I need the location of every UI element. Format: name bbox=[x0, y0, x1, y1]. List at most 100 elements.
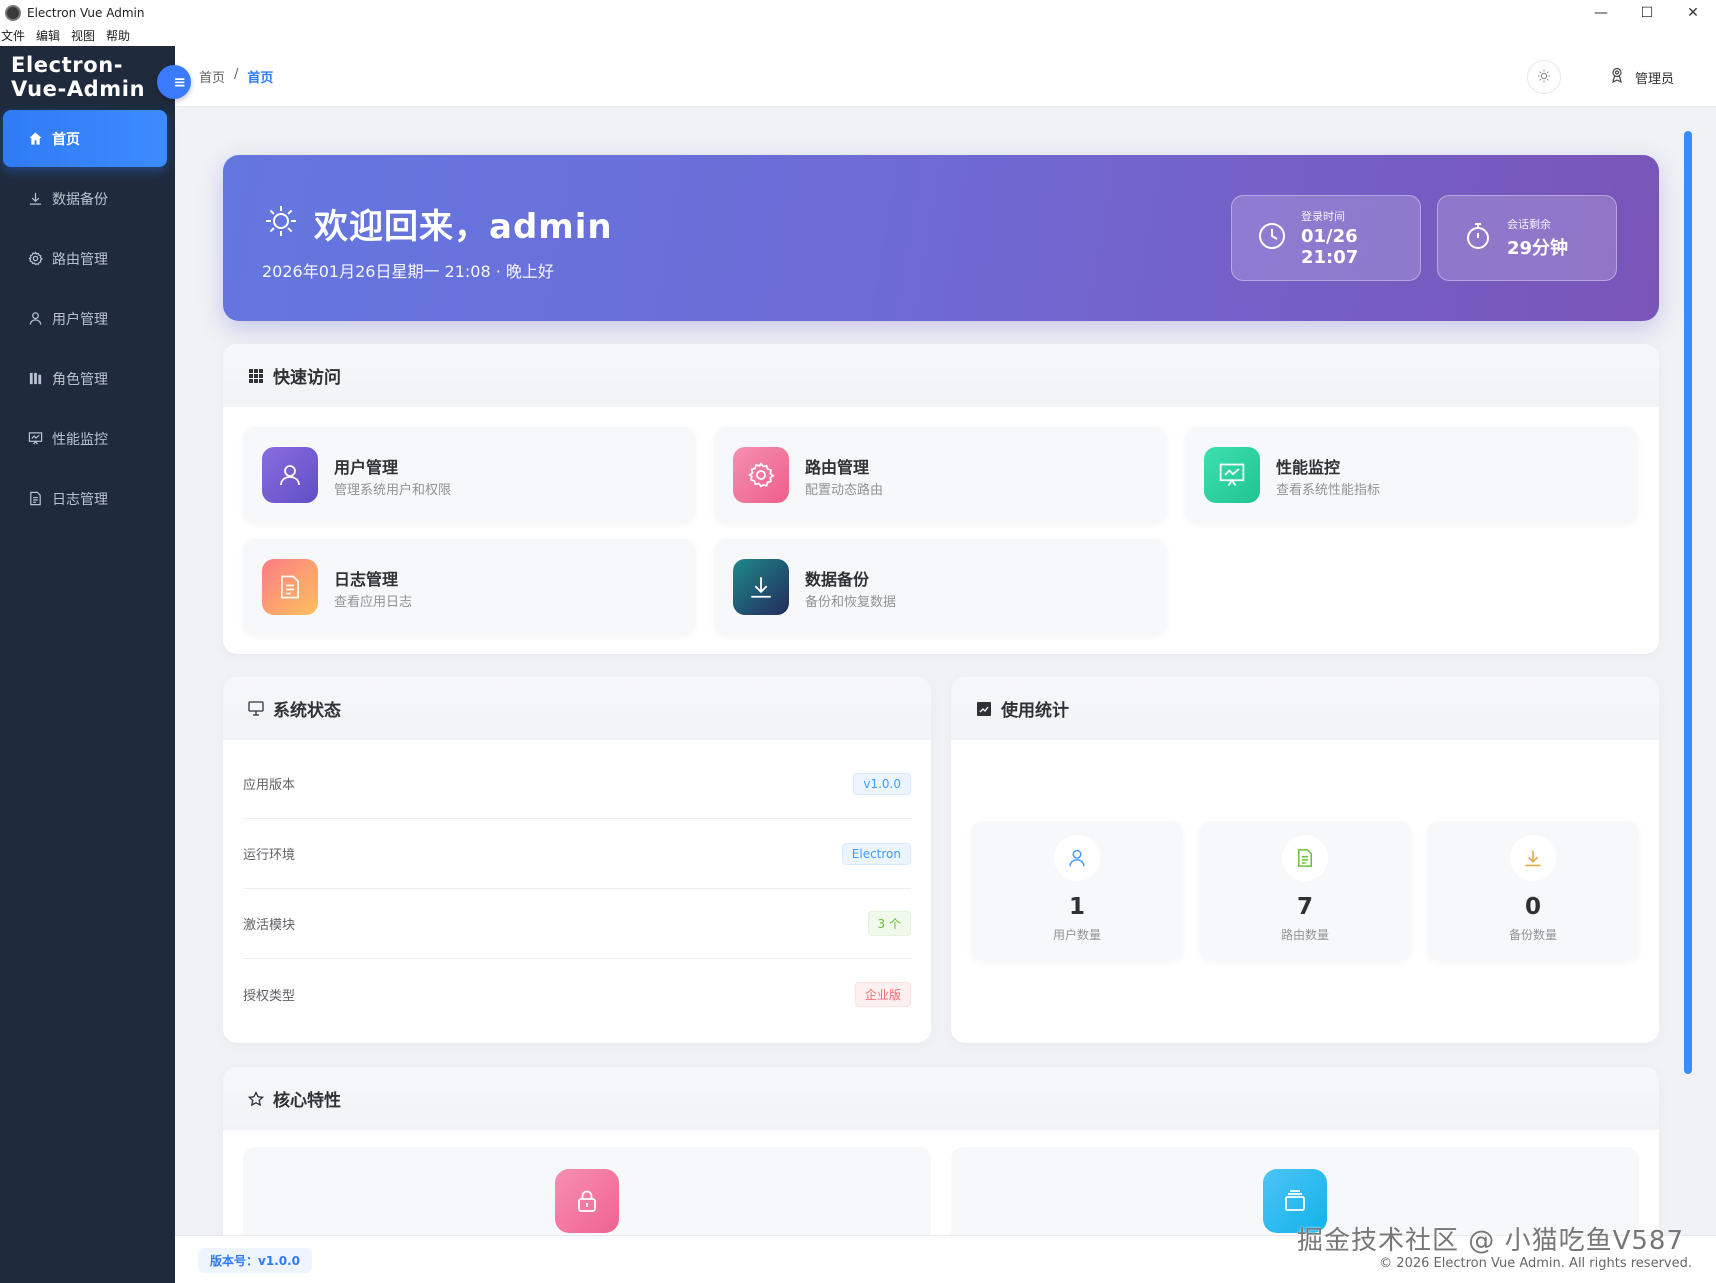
quick-access-logs[interactable]: 日志管理 查看应用日志 bbox=[243, 539, 696, 635]
quick-access-title: 性能监控 bbox=[1276, 458, 1341, 477]
quick-access-title: 用户管理 bbox=[334, 458, 399, 477]
breadcrumb-separator: / bbox=[234, 66, 239, 82]
theme-toggle-button[interactable] bbox=[1527, 60, 1561, 94]
quick-access-desc: 查看应用日志 bbox=[334, 595, 413, 610]
main-scrollbar[interactable] bbox=[1684, 131, 1692, 1074]
sidebar-nav: 首页 数据备份 路由管理 用户管理 角色管理 性能监控 日志管理 bbox=[0, 106, 175, 527]
maximize-button[interactable]: ☐ bbox=[1624, 0, 1670, 25]
login-time-card: 登录时间 01/26 21:07 bbox=[1231, 195, 1421, 281]
status-badge: 3 个 bbox=[867, 911, 911, 936]
version-badge: 版本号：v1.0.0 bbox=[198, 1248, 312, 1273]
monitor-chart-icon bbox=[1204, 447, 1260, 503]
user-name: 管理员 bbox=[1635, 71, 1675, 87]
quick-access-backup[interactable]: 数据备份 备份和恢复数据 bbox=[714, 539, 1167, 635]
window-controls: — ☐ ✕ bbox=[1578, 0, 1716, 25]
sidebar-item-performance[interactable]: 性能监控 bbox=[3, 410, 167, 467]
document-icon bbox=[262, 559, 318, 615]
menu-view[interactable]: 视图 bbox=[69, 27, 104, 44]
stat-users: 1 用户数量 bbox=[971, 821, 1183, 961]
app-icon bbox=[5, 4, 21, 21]
grid-icon bbox=[248, 368, 264, 384]
sidebar-collapse-button[interactable]: ≡ bbox=[157, 65, 191, 99]
stat-value: 7 bbox=[1296, 894, 1313, 920]
system-status-card: 系统状态 应用版本 v1.0.0 运行环境 Electron 激活模块 3 个 … bbox=[223, 677, 931, 1043]
login-time-value: 01/26 21:07 bbox=[1301, 226, 1359, 268]
quick-access-desc: 查看系统性能指标 bbox=[1276, 483, 1381, 498]
monitor-chart-icon bbox=[27, 431, 43, 447]
clock-icon bbox=[1257, 221, 1287, 255]
sidebar-item-roles[interactable]: 角色管理 bbox=[3, 350, 167, 407]
timer-icon bbox=[1463, 221, 1493, 255]
status-label: 激活模块 bbox=[243, 918, 296, 933]
user-icon bbox=[262, 447, 318, 503]
sidebar-item-label: 数据备份 bbox=[52, 191, 108, 208]
quick-access-users[interactable]: 用户管理 管理系统用户和权限 bbox=[243, 427, 696, 523]
user-icon bbox=[27, 311, 43, 327]
quick-access-routes[interactable]: 路由管理 配置动态路由 bbox=[714, 427, 1167, 523]
status-row-modules: 激活模块 3 个 bbox=[243, 889, 911, 959]
core-features-header: 核心特性 bbox=[223, 1067, 1659, 1130]
lock-icon bbox=[555, 1169, 619, 1233]
breadcrumb-home[interactable]: 首页 bbox=[199, 67, 225, 86]
copyright-text: © 2026 Electron Vue Admin. All rights re… bbox=[1379, 1256, 1692, 1271]
usage-stats-card: 使用统计 1 用户数量 7 路由数量 0 备份数量 bbox=[951, 677, 1659, 1043]
window-title: Electron Vue Admin bbox=[27, 5, 145, 20]
close-button[interactable]: ✕ bbox=[1670, 0, 1716, 25]
footer: 版本号：v1.0.0 掘金技术社区 @ 小猫吃鱼V587 © 2026 Elec… bbox=[175, 1226, 1716, 1283]
sidebar-item-backup[interactable]: 数据备份 bbox=[3, 170, 167, 227]
brand-logo-text: Electron-Vue-Admin ≡ bbox=[0, 46, 191, 106]
quick-access-title: 快速访问 bbox=[273, 368, 341, 388]
minimize-button[interactable]: — bbox=[1578, 0, 1624, 25]
system-status-header: 系统状态 bbox=[223, 677, 931, 740]
stat-value: 0 bbox=[1524, 894, 1541, 920]
quick-access-title: 数据备份 bbox=[805, 570, 870, 589]
feature-card-security bbox=[243, 1147, 931, 1235]
quick-access-desc: 配置动态路由 bbox=[805, 483, 884, 498]
sidebar-item-label: 角色管理 bbox=[52, 371, 108, 388]
core-features-title: 核心特性 bbox=[273, 1091, 341, 1111]
sidebar-item-home[interactable]: 首页 bbox=[3, 110, 167, 167]
status-label: 应用版本 bbox=[243, 778, 296, 793]
welcome-banner: 欢迎回来，admin 2026年01月26日星期一 21:08 · 晚上好 登录… bbox=[223, 155, 1659, 321]
role-icon bbox=[27, 371, 43, 387]
menu-file[interactable]: 文件 bbox=[0, 27, 34, 44]
home-icon bbox=[27, 131, 43, 147]
sidebar-item-label: 用户管理 bbox=[52, 311, 108, 328]
sun-icon bbox=[263, 203, 299, 239]
menu-help[interactable]: 帮助 bbox=[104, 27, 139, 44]
download-icon bbox=[1510, 835, 1556, 881]
status-badge: v1.0.0 bbox=[853, 772, 911, 795]
breadcrumb-current: 首页 bbox=[247, 70, 274, 86]
sidebar-item-routes[interactable]: 路由管理 bbox=[3, 230, 167, 287]
stat-backups: 0 备份数量 bbox=[1427, 821, 1639, 961]
watermark: 掘金技术社区 @ 小猫吃鱼V587 bbox=[1297, 1226, 1684, 1256]
stat-label: 备份数量 bbox=[1508, 928, 1557, 942]
avatar bbox=[1608, 66, 1626, 88]
usage-stats-title: 使用统计 bbox=[1001, 701, 1069, 721]
menu-edit[interactable]: 编辑 bbox=[34, 27, 69, 44]
gear-icon bbox=[733, 447, 789, 503]
user-menu[interactable]: 管理员 bbox=[1608, 66, 1674, 88]
download-icon bbox=[27, 191, 43, 207]
sidebar-item-label: 日志管理 bbox=[52, 491, 108, 508]
sidebar-item-users[interactable]: 用户管理 bbox=[3, 290, 167, 347]
star-icon bbox=[248, 1090, 264, 1107]
breadcrumb: 首页 / 首页 bbox=[199, 67, 273, 86]
status-label: 运行环境 bbox=[243, 848, 296, 863]
chart-icon bbox=[976, 701, 992, 717]
document-icon bbox=[27, 491, 43, 507]
stat-routes: 7 路由数量 bbox=[1199, 821, 1411, 961]
menu-bar: 文件 编辑 视图 帮助 bbox=[0, 25, 1716, 46]
monitor-icon bbox=[248, 701, 264, 717]
quick-access-performance[interactable]: 性能监控 查看系统性能指标 bbox=[1185, 427, 1638, 523]
status-row-version: 应用版本 v1.0.0 bbox=[243, 749, 911, 819]
status-badge: 企业版 bbox=[854, 981, 911, 1007]
sidebar-item-logs[interactable]: 日志管理 bbox=[3, 470, 167, 527]
login-time-label: 登录时间 bbox=[1301, 210, 1345, 223]
gear-icon bbox=[27, 251, 43, 267]
sidebar-item-label: 路由管理 bbox=[52, 251, 108, 268]
welcome-title: 欢迎回来，admin bbox=[314, 207, 613, 247]
status-row-license: 授权类型 企业版 bbox=[243, 959, 911, 1029]
usage-stats-header: 使用统计 bbox=[951, 677, 1659, 740]
stat-label: 用户数量 bbox=[1052, 928, 1101, 942]
